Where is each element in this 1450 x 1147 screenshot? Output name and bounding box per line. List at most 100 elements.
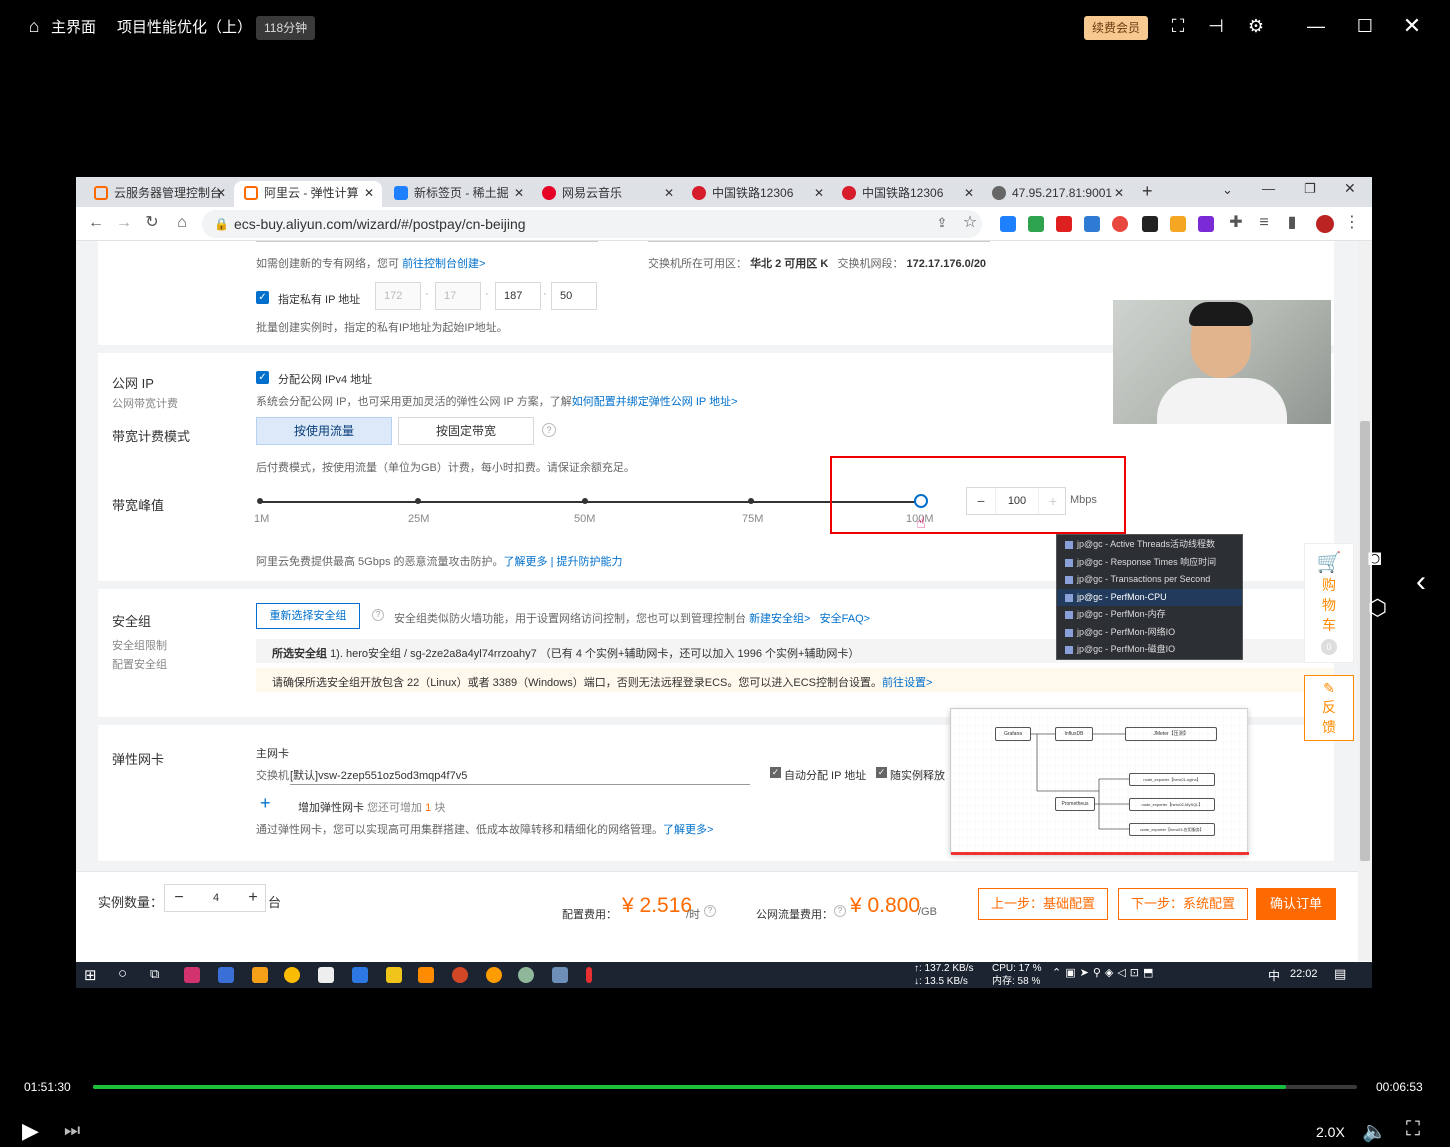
browser-tab[interactable]: 中国铁路12306 ✕ xyxy=(682,181,832,207)
window-close-icon[interactable]: ✕ xyxy=(1344,180,1356,197)
tab-close-icon[interactable]: ✕ xyxy=(814,181,824,205)
auto-ip-checkbox[interactable]: ✓ xyxy=(770,767,781,778)
pay-by-traffic-button[interactable]: 按使用流量 xyxy=(256,417,392,445)
taskbar-app-icon[interactable] xyxy=(352,967,368,983)
screenshot-camera-icon[interactable]: ◙ xyxy=(1368,545,1381,571)
windows-start-icon[interactable]: ⊞ xyxy=(84,966,97,984)
dropdown-item[interactable]: jp@gc - PerfMon-网络IO xyxy=(1057,624,1242,642)
notion-icon[interactable] xyxy=(1142,216,1158,232)
next-episode-icon[interactable]: ⏭ xyxy=(64,1120,80,1141)
help-icon[interactable]: ? xyxy=(834,905,846,917)
quantity-input[interactable]: 4 xyxy=(193,885,239,911)
taskbar-app-icon[interactable] xyxy=(586,967,592,983)
play-icon[interactable]: ▶ xyxy=(22,1118,39,1144)
home-label[interactable]: 主界面 xyxy=(51,16,96,37)
ip-octet-input[interactable]: 172 xyxy=(375,282,421,310)
ime-indicator[interactable]: 中 xyxy=(1268,967,1280,984)
next-step-button[interactable]: 下一步：系统配置 xyxy=(1118,888,1248,920)
ip-octet-input[interactable]: 17 xyxy=(435,282,481,310)
improve-protection-link[interactable]: 提升防护能力 xyxy=(557,556,623,568)
forward-icon[interactable]: → xyxy=(114,213,134,233)
scrollbar-thumb[interactable] xyxy=(1360,421,1370,861)
powerpoint-icon[interactable] xyxy=(452,967,468,983)
pin-icon[interactable]: ⊣ xyxy=(1204,14,1228,38)
tab-close-icon[interactable]: ✕ xyxy=(664,181,674,205)
prev-step-button[interactable]: 上一步：基础配置 xyxy=(978,888,1108,920)
new-tab-icon[interactable]: + xyxy=(1142,181,1153,202)
ip-octet-input[interactable]: 50 xyxy=(551,282,597,310)
back-icon[interactable]: ← xyxy=(86,213,106,233)
playback-speed-button[interactable]: 2.0X xyxy=(1316,1124,1345,1140)
ip-octet-input[interactable]: 187 xyxy=(495,282,541,310)
browser-menu-icon[interactable]: ⋮ xyxy=(1342,213,1362,233)
eip-help-link[interactable]: 如何配置并绑定弹性公网 IP 地址> xyxy=(572,396,738,408)
dropdown-item[interactable]: jp@gc - PerfMon-磁盘IO xyxy=(1057,641,1242,659)
browser-tab[interactable]: 47.95.217.81:9001 ✕ xyxy=(982,181,1132,207)
release-with-instance-checkbox[interactable]: ✓ xyxy=(876,767,887,778)
feedback-side-button[interactable]: ✎ 反 馈 xyxy=(1304,675,1354,741)
chrome-icon[interactable] xyxy=(284,967,300,983)
file-explorer-icon[interactable] xyxy=(386,967,402,983)
ai-assistant-icon[interactable]: ⬡ xyxy=(1368,595,1387,621)
create-vpc-link[interactable]: 前往控制台创建> xyxy=(402,258,485,270)
dropdown-item[interactable]: jp@gc - Active Threads活动线程数 xyxy=(1057,536,1242,554)
tab-close-icon[interactable]: ✕ xyxy=(216,181,226,205)
dropdown-item-selected[interactable]: jp@gc - PerfMon-CPU xyxy=(1057,588,1242,606)
pay-by-bandwidth-button[interactable]: 按固定带宽 xyxy=(398,417,534,445)
tab-close-icon[interactable]: ✕ xyxy=(364,181,374,205)
home-page-icon[interactable]: ⌂ xyxy=(172,213,192,233)
extension-icon[interactable] xyxy=(1198,216,1214,232)
taskbar-app-icon[interactable] xyxy=(486,967,502,983)
scan-icon[interactable]: ⛶ xyxy=(1166,14,1190,38)
confirm-order-button[interactable]: 确认订单 xyxy=(1256,888,1336,920)
notification-icon[interactable]: ▤ xyxy=(1334,966,1346,982)
dropdown-item[interactable]: jp@gc - Response Times 响应时间 xyxy=(1057,554,1242,572)
learn-more-link[interactable]: 了解更多 xyxy=(504,556,548,568)
extension-icon[interactable] xyxy=(1028,216,1044,232)
reload-icon[interactable]: ↻ xyxy=(142,213,162,233)
collapse-panel-chevron-icon[interactable]: ‹ xyxy=(1416,565,1426,599)
reading-list-icon[interactable]: ≡ xyxy=(1254,213,1274,233)
bandwidth-slider[interactable]: 1M 25M 50M 75M 100M xyxy=(254,494,934,525)
volume-icon[interactable]: 🔈 xyxy=(1362,1119,1387,1144)
switch-select[interactable]: [默认]vsw-2zep551oz5od3mqp4f7v5 xyxy=(290,761,750,785)
tab-close-icon[interactable]: ✕ xyxy=(1114,181,1124,205)
tab-search-icon[interactable]: ⌄ xyxy=(1222,182,1233,198)
window-restore-icon[interactable]: ❐ xyxy=(1304,181,1316,197)
taskbar-app-icon[interactable] xyxy=(518,967,534,983)
dropdown-item[interactable]: jp@gc - Transactions per Second xyxy=(1057,571,1242,589)
tray-icons[interactable]: ⌃▣➤⚲◈◁⊡⬒ xyxy=(1052,966,1157,979)
extension-icon[interactable] xyxy=(1170,216,1186,232)
goto-settings-link[interactable]: 前往设置> xyxy=(882,677,932,689)
taskbar-app-icon[interactable] xyxy=(418,967,434,983)
nic-learn-more-link[interactable]: 了解更多> xyxy=(663,824,713,836)
tab-close-icon[interactable]: ✕ xyxy=(514,181,524,205)
home-icon[interactable]: ⌂ xyxy=(22,14,46,38)
private-ip-checkbox[interactable]: ✓ xyxy=(256,291,269,304)
adblock-icon[interactable] xyxy=(1112,216,1128,232)
security-faq-link[interactable]: 安全FAQ> xyxy=(820,613,870,625)
share-icon[interactable]: ⇪ xyxy=(932,213,952,233)
close-icon[interactable]: ✕ xyxy=(1400,14,1424,38)
minimize-icon[interactable]: — xyxy=(1304,14,1328,38)
browser-tab[interactable]: 中国铁路12306 ✕ xyxy=(832,181,982,207)
add-nic-label[interactable]: 增加弹性网卡 您还可增加 1 块 xyxy=(298,799,445,815)
clock[interactable]: 22:02 xyxy=(1290,968,1318,980)
window-minimize-icon[interactable]: — xyxy=(1262,181,1275,196)
extension-icon[interactable] xyxy=(1000,216,1016,232)
dropdown-item[interactable]: jp@gc - PerfMon-内存 xyxy=(1057,606,1242,624)
settings-icon[interactable]: ⚙ xyxy=(1244,14,1268,38)
maximize-icon[interactable]: ☐ xyxy=(1353,14,1377,38)
add-nic-icon[interactable]: + xyxy=(260,793,271,814)
extension-icon[interactable] xyxy=(1084,216,1100,232)
quantity-decrease-button[interactable]: − xyxy=(165,885,193,911)
browser-tab-active[interactable]: 阿里云 - 弹性计算 ✕ xyxy=(234,181,382,207)
task-view-icon[interactable]: ⧉ xyxy=(150,966,159,982)
browser-tab[interactable]: 新标签页 - 稀土掘 ✕ xyxy=(384,181,532,207)
cart-side-button[interactable]: 🛒 购 物 车 0 xyxy=(1304,543,1354,663)
tab-close-icon[interactable]: ✕ xyxy=(964,181,974,205)
browser-tab[interactable]: 网易云音乐 ✕ xyxy=(532,181,682,207)
fullscreen-icon[interactable]: ⛶ xyxy=(1406,1118,1420,1141)
taskbar-app-icon[interactable] xyxy=(218,967,234,983)
sidebar-icon[interactable]: ▮ xyxy=(1282,213,1302,233)
